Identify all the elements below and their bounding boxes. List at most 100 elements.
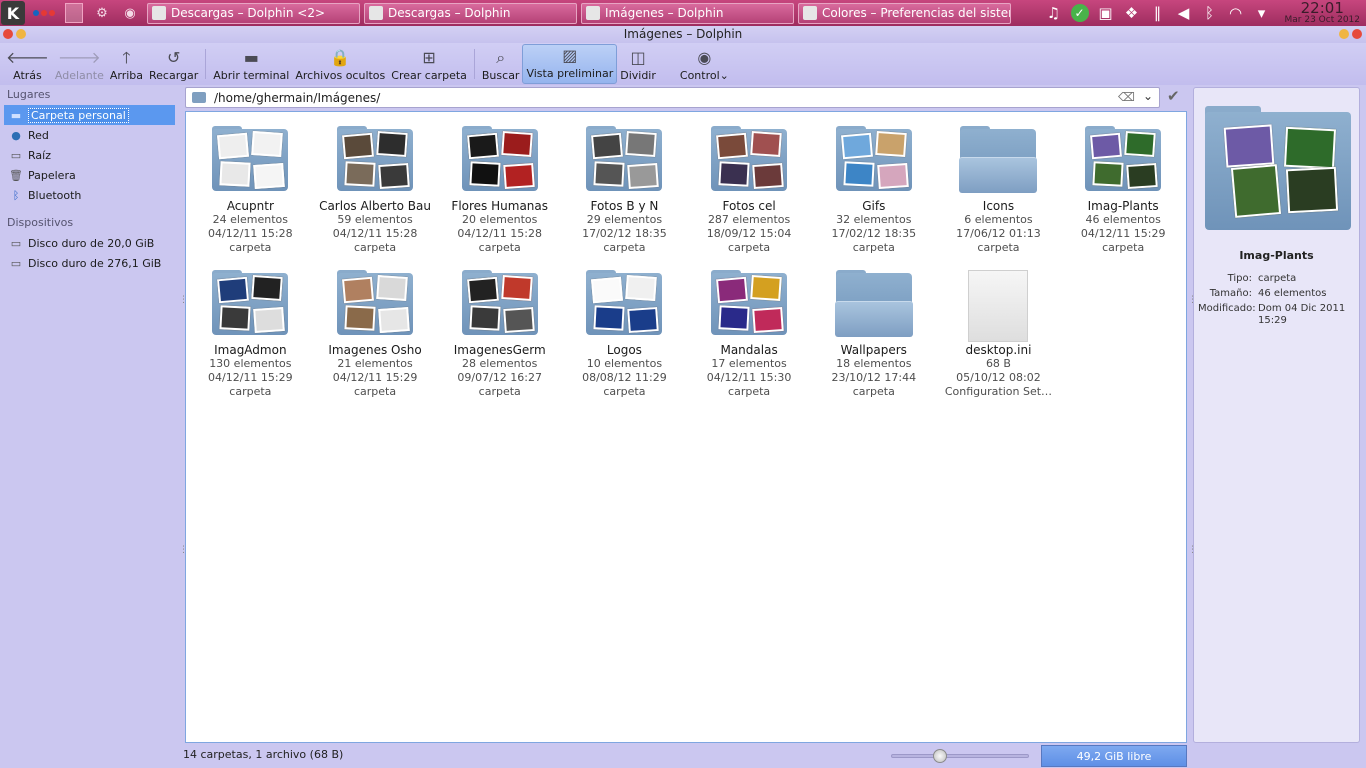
file-item[interactable]: Fotos cel 287 elementos 18/09/12 15:04 carp… (687, 126, 812, 255)
property-type: Tipo: carpeta (1227, 273, 1297, 284)
kde-menu-icon[interactable]: K (1, 1, 25, 25)
launcher-icon[interactable]: ◉ (121, 4, 139, 22)
file-item[interactable]: Acupntr 24 elementos 04/12/11 15:28 carpeta (188, 126, 313, 255)
network-manager-icon[interactable]: ▣ (1097, 4, 1115, 22)
file-item[interactable]: Wallpapers 18 elementos 23/10/12 17:44 carp… (811, 270, 936, 399)
window-titlebar[interactable]: Imágenes – Dolphin (0, 26, 1366, 43)
folder-icon (210, 270, 290, 339)
file-type: carpeta (603, 241, 646, 254)
location-path[interactable]: /home/ghermain/Imágenes/ (214, 91, 380, 105)
task-descargas-2[interactable]: Descargas – Dolphin <2> (147, 2, 360, 24)
new-folder-button[interactable]: ⊞ Crear carpeta (388, 43, 470, 85)
desktop-pager[interactable] (65, 3, 83, 23)
file-view[interactable]: Acupntr 24 elementos 04/12/11 15:28 carpeta… (185, 111, 1187, 743)
volume-icon[interactable]: ◀ (1175, 4, 1193, 22)
back-button[interactable]: 🡐 Atrás (3, 43, 52, 85)
maximize-icon[interactable] (1352, 29, 1362, 39)
file-type: carpeta (478, 385, 521, 398)
activity-dots-icon[interactable] (33, 10, 55, 16)
menu-icon[interactable] (16, 29, 26, 39)
task-colores[interactable]: Colores – Preferencias del sistema (798, 2, 1011, 24)
file-item[interactable]: Fotos B y N 29 elementos 17/02/12 18:35 car… (562, 126, 687, 255)
photo-thumb (627, 162, 660, 190)
file-item[interactable]: Flores Humanas 20 elementos 04/12/11 15:28… (437, 126, 562, 255)
preview-button[interactable]: ▨ Vista preliminar (522, 44, 618, 84)
property-size: Tamaño: 46 elementos (1209, 288, 1327, 299)
file-item[interactable]: ImagAdmon 130 elementos 04/12/11 15:29 carp… (188, 270, 313, 399)
music-icon[interactable]: ♫ (1045, 4, 1063, 22)
file-count: 24 elementos (212, 213, 288, 226)
place-bluetooth[interactable]: ᛒ Bluetooth (0, 185, 179, 205)
tray-expand-icon[interactable]: ▾ (1253, 4, 1271, 22)
place-root[interactable]: ▭ Raíz (0, 145, 179, 165)
settings-icon[interactable]: ⚙ (93, 4, 111, 22)
device-disk-20[interactable]: ▭ Disco duro de 20,0 GiB (0, 233, 179, 253)
photo-thumb (591, 132, 624, 160)
file-item[interactable]: Imagenes Osho 21 elementos 04/12/11 15:29 c… (313, 270, 438, 399)
minimize-icon[interactable] (1339, 29, 1349, 39)
window-title: Imágenes – Dolphin (623, 27, 743, 41)
device-disk-276[interactable]: ▭ Disco duro de 276,1 GiB (0, 253, 179, 273)
photo-thumb (469, 305, 501, 331)
file-item[interactable]: Gifs 32 elementos 17/02/12 18:35 carpeta (811, 126, 936, 255)
system-tray: ♫ ✓ ▣ ❖ ∥ ◀ ᛒ ◠ ▾ 22:01 Mar 23 Oct 2012 (1045, 0, 1366, 26)
zoom-slider-handle[interactable] (933, 749, 947, 763)
file-name: Fotos B y N (590, 199, 659, 213)
search-button[interactable]: ⌕ Buscar (479, 43, 523, 85)
chevron-down-icon[interactable]: ⌄ (1143, 89, 1153, 103)
task-imagenes[interactable]: Imágenes – Dolphin (581, 2, 794, 24)
control-menu-button[interactable]: ◉ Control⌄ (677, 43, 732, 85)
place-network[interactable]: ● Red (0, 125, 179, 145)
photo-thumb (1230, 164, 1282, 218)
forward-button[interactable]: 🡒 Adelante (52, 43, 107, 85)
location-bar[interactable]: /home/ghermain/Imágenes/ ⌫ ⌄ (185, 87, 1160, 108)
file-item[interactable]: Carlos Alberto Bau 59 elementos 04/12/11 1… (313, 126, 438, 255)
file-count: 59 elementos (337, 213, 413, 226)
clipboard-icon[interactable]: ∥ (1149, 4, 1167, 22)
toolbar-separator (473, 49, 475, 79)
photo-thumb (217, 132, 250, 160)
close-icon[interactable] (3, 29, 13, 39)
file-date: 04/12/11 15:29 (208, 371, 293, 384)
file-item[interactable]: desktop.ini 68 B 05/10/12 08:02 Configurati… (936, 270, 1061, 399)
clock[interactable]: 22:01 Mar 23 Oct 2012 (1285, 1, 1360, 25)
wifi-icon[interactable]: ◠ (1227, 4, 1245, 22)
photo-thumb (251, 130, 284, 158)
photo-thumb (716, 276, 749, 304)
folder-icon (460, 270, 540, 339)
task-manager: Descargas – Dolphin <2> Descargas – Dolp… (147, 2, 1011, 24)
dolphin-app-icon (369, 6, 383, 20)
photo-thumb (253, 162, 286, 190)
arrow-right-icon: 🡒 (57, 48, 101, 67)
file-item[interactable]: Imag-Plants 46 elementos 04/12/11 15:29 car… (1061, 126, 1186, 255)
check-icon[interactable]: ✓ (1070, 4, 1089, 22)
file-item[interactable]: Icons 6 elementos 17/06/12 01:13 carpeta (936, 126, 1061, 255)
file-count: 287 elementos (707, 213, 791, 226)
file-date: 17/02/12 18:35 (831, 227, 917, 240)
bluetooth-tray-icon[interactable]: ᛒ (1201, 4, 1219, 22)
file-item[interactable]: ImagenesGerm 28 elementos 09/07/12 16:27 ca… (437, 270, 562, 399)
file-date: 08/08/12 11:29 (582, 371, 667, 384)
file-item[interactable]: Mandalas 17 elementos 04/12/11 15:30 carpet… (687, 270, 812, 399)
dropbox-icon[interactable]: ❖ (1123, 4, 1141, 22)
task-descargas[interactable]: Descargas – Dolphin (364, 2, 577, 24)
file-item[interactable]: Logos 10 elementos 08/08/12 11:29 carpeta (562, 270, 687, 399)
zoom-slider[interactable] (891, 749, 1029, 763)
reload-button[interactable]: ↺ Recargar (146, 43, 201, 85)
open-terminal-button[interactable]: ▬ Abrir terminal (210, 43, 292, 85)
photo-thumb (843, 161, 875, 187)
clock-time: 22:01 (1300, 0, 1344, 17)
file-count: 68 B (985, 357, 1011, 370)
place-home[interactable]: ▬ Carpeta personal (4, 105, 175, 125)
photo-thumb (253, 306, 286, 334)
free-space-indicator[interactable]: 49,2 GiB libre (1041, 745, 1187, 767)
confirm-check-icon[interactable]: ✔ (1167, 87, 1180, 105)
place-trash[interactable]: 🗑 Papelera (0, 165, 179, 185)
clock-date: Mar 23 Oct 2012 (1284, 15, 1360, 25)
lock-icon: 🔒 (330, 48, 351, 67)
split-button[interactable]: ◫ Dividir (617, 43, 659, 85)
hidden-files-button[interactable]: 🔒 Archivos ocultos (292, 43, 388, 85)
up-button[interactable]: 🡑 Arriba (107, 43, 146, 85)
window-right-buttons (1339, 29, 1362, 39)
clear-icon[interactable]: ⌫ (1118, 90, 1135, 104)
